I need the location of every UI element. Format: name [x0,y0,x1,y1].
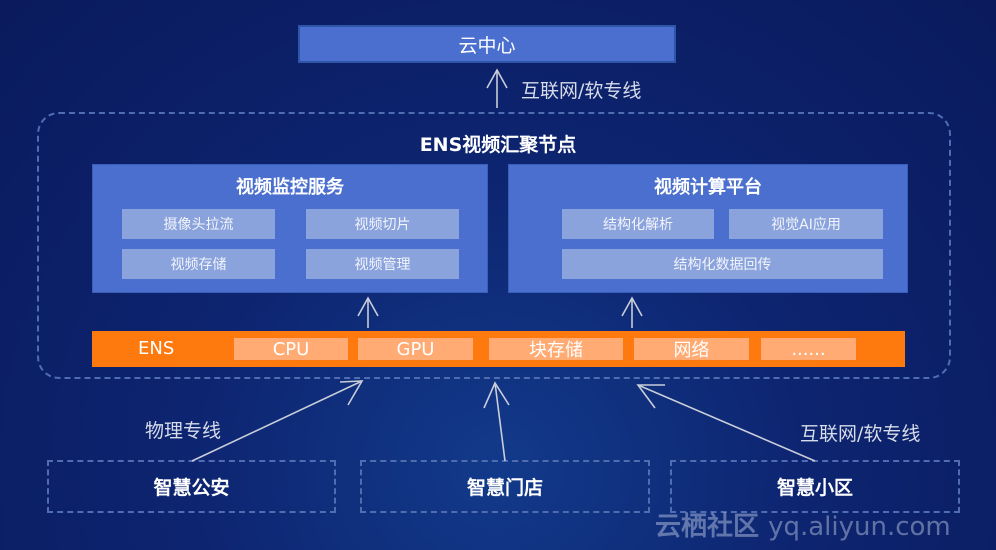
arrow-community-to-ens [636,384,816,462]
arrow-node-to-cloud [486,68,508,108]
connector-arrows [191,68,816,462]
arrow-bar-to-monitoring [357,296,379,328]
arrow-store-to-ens [483,381,510,462]
arrow-police-to-ens [191,380,364,462]
arrow-bar-to-compute [621,296,643,328]
